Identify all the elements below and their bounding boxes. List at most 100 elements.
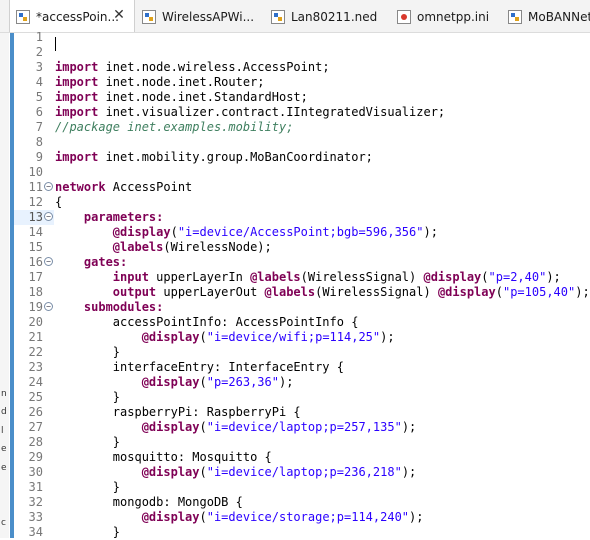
fold-toggle-icon[interactable]: −	[44, 302, 53, 311]
code-text: //package inet.examples.mobility;	[55, 120, 293, 135]
string-token: "p=105,40"	[502, 285, 576, 299]
fold-toggle-icon[interactable]: −	[44, 257, 53, 266]
line-number: 27	[28, 420, 43, 434]
code-line[interactable]: 6 import inet.visualizer.contract.IIntegr…	[14, 105, 590, 120]
code-text: import inet.node.inet.StandardHost;	[55, 90, 308, 105]
code-text: interfaceEntry: InterfaceEntry {	[55, 360, 344, 375]
code-line[interactable]: 20 accessPointInfo: AccessPointInfo {	[14, 315, 590, 330]
fold-toggle-icon[interactable]: −	[44, 182, 53, 191]
code-line[interactable]: 7 //package inet.examples.mobility;	[14, 120, 590, 135]
code-token: }	[55, 345, 121, 359]
code-text: mosquitto: Mosquitto {	[55, 450, 272, 465]
code-text: @display("i=device/laptop;p=257,135");	[55, 420, 417, 435]
code-token: (WirelessNode);	[163, 240, 272, 254]
code-text: }	[55, 390, 120, 405]
line-number: 1	[35, 30, 43, 44]
code-token: );	[423, 225, 438, 239]
line-number: 21	[28, 330, 43, 344]
code-editor[interactable]: 1 2 3 import inet.node.wireless.AccessPoint…	[0, 0, 590, 539]
code-line[interactable]: 23 interfaceEntry: InterfaceEntry {	[14, 360, 590, 375]
code-line[interactable]: 4 import inet.node.inet.Router;	[14, 75, 590, 90]
line-number: 5	[35, 90, 43, 104]
code-line[interactable]: 5 import inet.node.inet.StandardHost;	[14, 90, 590, 105]
code-line[interactable]: 3 import inet.node.wireless.AccessPoint;	[14, 60, 590, 75]
code-token: (	[199, 465, 207, 479]
code-token: );	[401, 465, 417, 479]
line-number: 14	[28, 225, 43, 239]
code-token: mosquitto: Mosquitto {	[55, 450, 272, 464]
line-number: 11	[28, 180, 43, 194]
code-token: (	[170, 225, 178, 239]
comment-token: //package inet.examples.mobility;	[55, 120, 294, 134]
code-line[interactable]: 25 }	[14, 390, 590, 405]
string-token: "i=device/laptop;p=257,135"	[206, 420, 402, 434]
code-line[interactable]: 2	[14, 45, 590, 60]
code-text: gates:	[55, 255, 127, 270]
line-number: 23	[28, 360, 43, 374]
code-line[interactable]: 1	[14, 30, 590, 45]
line-number: 12	[28, 195, 43, 209]
code-line[interactable]: 24 @display("p=263,36");	[14, 375, 590, 390]
code-line[interactable]: 29 mosquitto: Mosquitto {	[14, 450, 590, 465]
line-number: 3	[35, 60, 43, 74]
code-line[interactable]: 26 raspberryPi: RaspberryPi {	[14, 405, 590, 420]
code-line[interactable]: 12 {	[14, 195, 590, 210]
fold-toggle-icon[interactable]: −	[44, 212, 53, 221]
code-line[interactable]: 17 input upperLayerIn @labels(WirelessSi…	[14, 270, 590, 285]
line-number: 29	[28, 450, 43, 464]
keyword-token: import	[55, 90, 99, 104]
code-line[interactable]: 31 }	[14, 480, 590, 495]
code-token: AccessPoint	[105, 180, 193, 194]
code-line[interactable]: 10	[14, 165, 590, 180]
line-number: 24	[28, 375, 43, 389]
code-line[interactable]: 16− gates:	[14, 255, 590, 270]
code-token: );	[380, 330, 395, 344]
code-text: submodules:	[55, 300, 163, 315]
code-line[interactable]: 13− parameters:	[14, 210, 590, 225]
code-line[interactable]: 30 @display("i=device/laptop;p=236,218")…	[14, 465, 590, 480]
code-line[interactable]: 22 }	[14, 345, 590, 360]
line-number: 31	[28, 480, 43, 494]
line-number: 33	[28, 510, 43, 524]
code-line[interactable]: 18 output upperLayerOut @labels(Wireless…	[14, 285, 590, 300]
string-token: "p=2,40"	[488, 270, 547, 284]
code-text: import inet.mobility.group.MoBanCoordina…	[55, 150, 373, 165]
code-token: inet.mobility.group.MoBanCoordinator;	[98, 150, 373, 164]
code-line[interactable]: 8	[14, 135, 590, 150]
code-text: }	[55, 480, 120, 495]
code-line[interactable]: 21 @display("i=device/wifi;p=114,25");	[14, 330, 590, 345]
code-line[interactable]: 27 @display("i=device/laptop;p=257,135")…	[14, 420, 590, 435]
code-token: }	[55, 525, 121, 539]
keyword-token: import	[55, 105, 99, 119]
string-token: "i=device/AccessPoint;bgb=596,356"	[177, 225, 424, 239]
keyword-token: @display	[423, 270, 482, 284]
line-number: 9	[35, 150, 43, 164]
line-number: 17	[28, 270, 43, 284]
code-token: upperLayerOut	[156, 285, 265, 299]
code-line[interactable]: 9 import inet.mobility.group.MoBanCoordin…	[14, 150, 590, 165]
keyword-token: @labels	[112, 240, 164, 254]
code-token: (	[495, 285, 503, 299]
code-line[interactable]: 32 mongodb: MongoDB {	[14, 495, 590, 510]
code-token: (	[199, 510, 207, 524]
code-token: );	[278, 375, 294, 389]
code-line[interactable]: 19− submodules:	[14, 300, 590, 315]
keyword-token: input	[112, 270, 149, 284]
code-line[interactable]: 28 }	[14, 435, 590, 450]
string-token: "i=device/laptop;p=236,218"	[206, 465, 402, 479]
keyword-token: @display	[141, 375, 200, 389]
code-token: (WirelessSignal)	[300, 270, 424, 284]
keyword-token: @display	[112, 225, 171, 239]
keyword-token: gates:	[83, 255, 128, 269]
code-line[interactable]: 15 @labels(WirelessNode);	[14, 240, 590, 255]
code-line[interactable]: 11− network AccessPoint	[14, 180, 590, 195]
code-token: (	[199, 330, 207, 344]
line-number: 15	[28, 240, 43, 254]
code-line[interactable]: 14 @display("i=device/AccessPoint;bgb=59…	[14, 225, 590, 240]
code-line[interactable]: 33 @display("i=device/storage;p=114,240"…	[14, 510, 590, 525]
